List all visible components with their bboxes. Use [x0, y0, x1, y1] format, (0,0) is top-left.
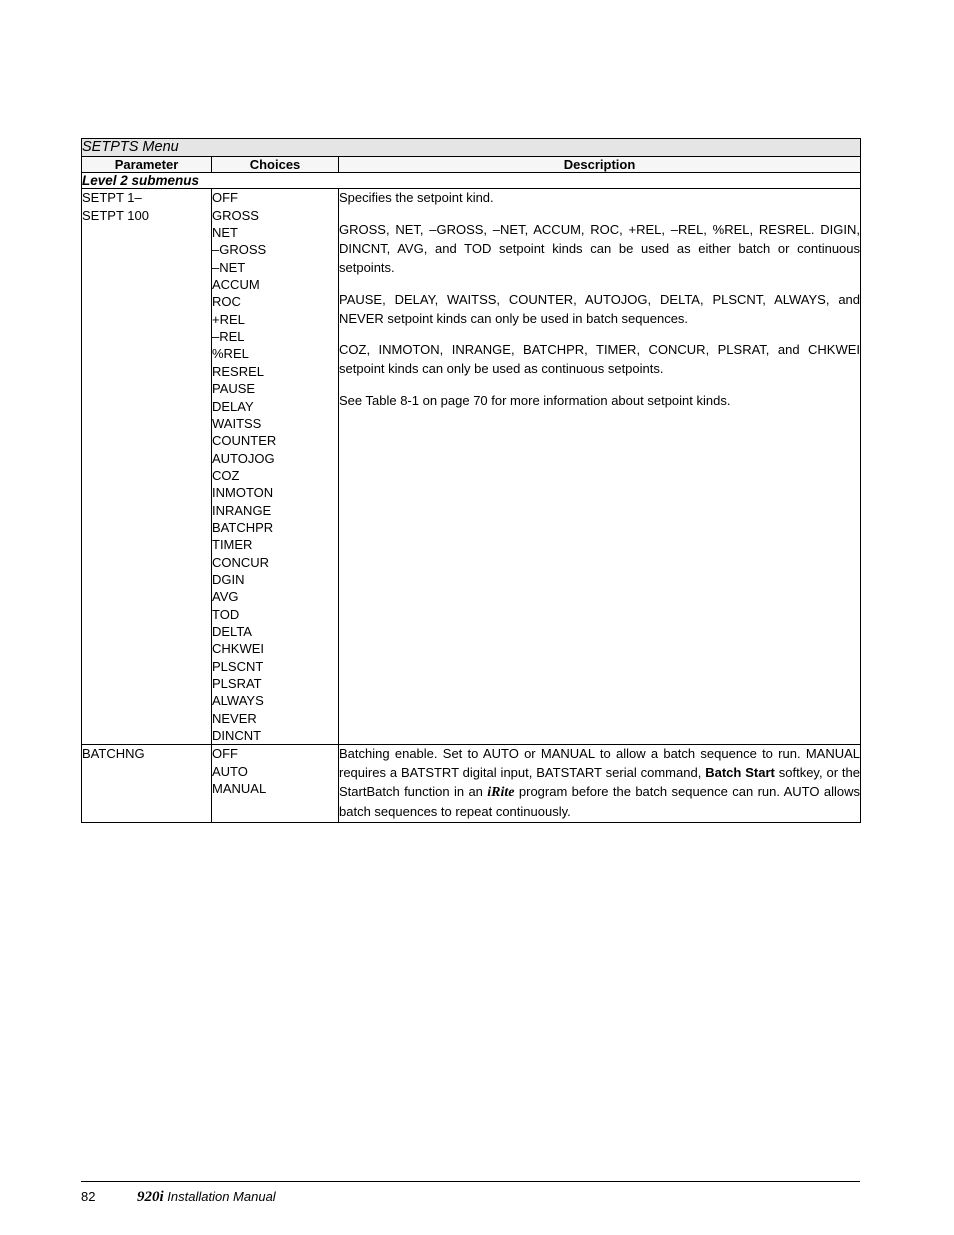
- choice-item: TOD: [212, 606, 240, 622]
- column-header-description: Description: [337, 156, 862, 174]
- choice-item: –REL: [212, 329, 245, 345]
- choice-item: ALWAYS: [212, 693, 264, 709]
- choice-item: RESREL: [212, 363, 265, 379]
- choices-list: OFF GROSS NET –GROSS –NET ACCUM ROC +REL…: [212, 189, 338, 744]
- choices-cell: OFF AUTO MANUAL: [211, 744, 339, 824]
- choice-item: AVG: [212, 589, 239, 605]
- section-label: Level 2 submenus: [82, 173, 200, 189]
- table-row: SETPT 1– SETPT 100 OFF GROSS NET –GROSS …: [81, 188, 862, 746]
- document-page: SETPTS Menu Parameter Choices Descriptio…: [0, 0, 954, 1235]
- choice-item: OFF: [212, 746, 238, 762]
- choice-item: +REL: [212, 311, 245, 327]
- description-paragraph: COZ, INMOTON, INRANGE, BATCHPR, TIMER, C…: [339, 342, 861, 377]
- choice-item: –GROSS: [212, 242, 267, 258]
- choice-item: ROC: [212, 294, 241, 310]
- choice-item: –NET: [212, 259, 246, 275]
- choice-item: GROSS: [212, 207, 259, 223]
- description-paragraph: GROSS, NET, –GROSS, –NET, ACCUM, ROC, +R…: [339, 222, 861, 275]
- model-name: 920i: [137, 1189, 164, 1205]
- choice-item: NEVER: [212, 710, 257, 726]
- description-cell: Specifies the setpoint kind. GROSS, NET,…: [337, 188, 862, 746]
- choice-item: PLSCNT: [212, 658, 264, 674]
- choice-item: AUTOJOG: [212, 450, 275, 466]
- choice-item: CONCUR: [212, 554, 270, 570]
- description-paragraph: PAUSE, DELAY, WAITSS, COUNTER, AUTOJOG, …: [339, 291, 861, 326]
- choice-item: AUTO: [212, 763, 248, 779]
- description-cell: Batching enable. Set to AUTO or MANUAL t…: [337, 744, 862, 824]
- column-header-choices: Choices: [211, 156, 339, 174]
- choice-item: COZ: [212, 467, 240, 483]
- description-paragraph: Specifies the setpoint kind.: [339, 190, 494, 206]
- choice-item: DELAY: [212, 398, 254, 414]
- choices-list: OFF AUTO MANUAL: [212, 745, 338, 797]
- manual-title: 920i Installation Manual: [137, 1189, 276, 1206]
- choice-item: INRANGE: [212, 502, 272, 518]
- parameter-cell: BATCHNG: [81, 744, 212, 824]
- choices-cell: OFF GROSS NET –GROSS –NET ACCUM ROC +REL…: [211, 188, 339, 746]
- description-paragraph: See Table 8-1 on page 70 for more inform…: [339, 393, 731, 409]
- choice-item: COUNTER: [212, 433, 277, 449]
- table-title: SETPTS Menu: [82, 139, 179, 155]
- footer-divider: [81, 1181, 860, 1182]
- choice-item: DELTA: [212, 623, 252, 639]
- choice-item: CHKWEI: [212, 641, 264, 657]
- column-header-parameter: Parameter: [81, 156, 212, 174]
- choice-item: PAUSE: [212, 381, 256, 397]
- choice-item: DINCNT: [212, 728, 262, 744]
- manual-title-text: Installation Manual: [163, 1189, 276, 1204]
- choice-item: ACCUM: [212, 277, 260, 293]
- description-paragraph: Batching enable. Set to AUTO or MANUAL t…: [339, 745, 860, 822]
- irite-product-name: iRite: [487, 785, 515, 801]
- batch-start-softkey-label: Batch Start: [705, 765, 775, 781]
- table-row: BATCHNG OFF AUTO MANUAL Batching enable.…: [81, 744, 862, 824]
- choice-item: TIMER: [212, 537, 253, 553]
- page-footer: 82 920i Installation Manual: [81, 1181, 860, 1206]
- choice-item: %REL: [212, 346, 249, 362]
- choice-item: BATCHPR: [212, 519, 274, 535]
- choice-item: PLSRAT: [212, 676, 262, 692]
- parameter-name-line: SETPT 100: [82, 207, 149, 223]
- table-header-row: Parameter Choices Description: [81, 156, 862, 174]
- choice-item: NET: [212, 225, 238, 241]
- choice-item: INMOTON: [212, 485, 274, 501]
- choice-item: DGIN: [212, 571, 245, 587]
- section-row: Level 2 submenus: [80, 172, 862, 190]
- choice-item: OFF: [212, 190, 238, 206]
- parameter-name-line: SETPT 1–: [82, 190, 142, 206]
- setpts-menu-table: SETPTS Menu Parameter Choices Descriptio…: [80, 137, 862, 824]
- page-number: 82: [81, 1189, 96, 1204]
- table-title-row: SETPTS Menu: [80, 137, 862, 158]
- choice-item: MANUAL: [212, 781, 267, 797]
- choice-item: WAITSS: [212, 415, 262, 431]
- parameter-name-line: BATCHNG: [82, 746, 145, 762]
- parameter-cell: SETPT 1– SETPT 100: [81, 188, 212, 746]
